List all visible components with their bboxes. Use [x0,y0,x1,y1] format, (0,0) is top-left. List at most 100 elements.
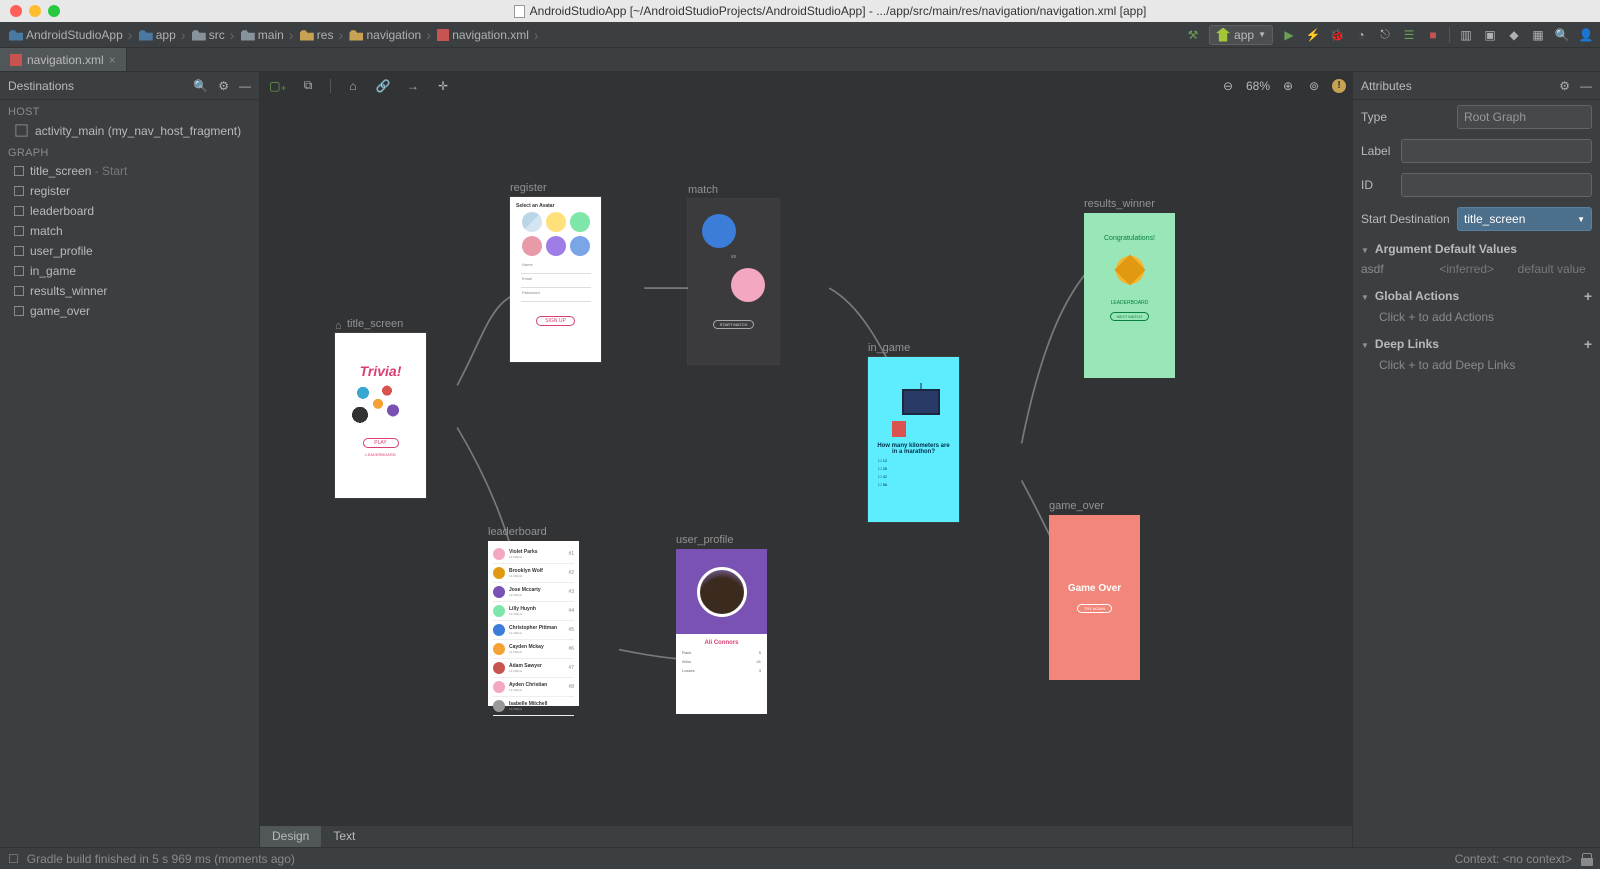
apply-changes-icon[interactable]: ⚡ [1305,27,1321,43]
breadcrumb: AndroidStudioApp app src main res naviga… [6,26,1185,44]
graph-item-title_screen[interactable]: title_screen - Start [0,161,259,181]
new-destination-icon[interactable]: ▢₊ [270,78,286,94]
destination-icon [14,186,24,196]
zoom-in-icon[interactable]: ⊕ [1280,78,1296,94]
graph-item-register[interactable]: register [0,181,259,201]
breadcrumb-item[interactable]: src [189,26,228,44]
minimize-icon[interactable]: — [239,79,251,93]
nested-graph-icon[interactable]: ⧉ [300,78,316,94]
search-icon[interactable]: 🔍 [193,79,208,93]
sdk-manager-icon[interactable]: ▣ [1482,27,1498,43]
group-global-actions[interactable]: Global Actions+ [1353,282,1600,310]
breadcrumb-item[interactable]: main [238,26,287,44]
lock-icon[interactable] [1582,853,1592,865]
build-hammer-icon[interactable]: ⚒ [1185,27,1201,43]
graph-item-game_over[interactable]: game_over [0,301,259,321]
auto-arrange-icon[interactable]: ✛ [435,78,451,94]
breadcrumb-item[interactable]: res [297,26,337,44]
group-argument-defaults[interactable]: Argument Default Values [1353,236,1600,262]
argument-default-row[interactable]: asdf <inferred> default value [1353,262,1600,282]
run-button[interactable]: ▶ [1281,27,1297,43]
user-avatar-icon[interactable]: 👤 [1578,27,1594,43]
start-destination-select[interactable]: title_screen▼ [1457,207,1592,231]
destinations-panel: Destinations 🔍 ⚙ — HOST activity_main (m… [0,72,260,847]
stop-icon[interactable]: ■ [1425,27,1441,43]
zoom-out-icon[interactable]: ⊖ [1220,78,1236,94]
link-icon[interactable]: 🔗 [375,78,391,94]
destination-in-game[interactable]: in_game How many kilometers are in a mar… [868,342,959,522]
destination-register[interactable]: register Select an Avatar Name Email Pas… [510,182,601,362]
deep-links-hint: Click + to add Deep Links [1353,358,1600,378]
layout-inspector-icon[interactable]: ▦ [1530,27,1546,43]
folder-icon [192,29,206,41]
media-icons [351,384,411,428]
graph-item-results_winner[interactable]: results_winner [0,281,259,301]
tab-text[interactable]: Text [321,826,367,847]
attach-debugger-icon[interactable]: ⎋ [1377,27,1393,43]
type-field: Root Graph [1457,105,1592,129]
graph-item-in_game[interactable]: in_game [0,261,259,281]
graph-item-leaderboard[interactable]: leaderboard [0,201,259,221]
window-titlebar: AndroidStudioApp [~/AndroidStudioProject… [0,0,1600,22]
destination-leaderboard[interactable]: leaderboard Violet Parks13,000pts#1Brook… [488,526,579,706]
destination-icon [14,306,24,316]
folder-icon [241,29,255,41]
attr-label-type: Type [1361,110,1457,124]
destination-match[interactable]: match vs START MATCH [688,184,779,364]
maximize-window-button[interactable] [48,5,60,17]
run-config-selector[interactable]: app▼ [1209,25,1273,45]
minimize-window-button[interactable] [29,5,41,17]
gear-icon[interactable]: ⚙ [1559,79,1570,93]
coverage-icon[interactable]: ☰ [1401,27,1417,43]
home-icon[interactable]: ⌂ [345,78,361,94]
graph-section-label: GRAPH [0,141,259,161]
add-deeplink-icon[interactable]: + [1584,336,1592,352]
profiler-icon[interactable]: ◔ [1353,27,1369,43]
editor-tab[interactable]: navigation.xml × [0,48,127,71]
avd-manager-icon[interactable]: ▥ [1458,27,1474,43]
host-item[interactable]: activity_main (my_nav_host_fragment) [0,120,259,141]
breadcrumb-item[interactable]: navigation.xml [434,26,532,44]
event-log-icon[interactable]: ☐ [8,852,19,866]
status-context[interactable]: Context: <no context> [1455,852,1572,866]
android-icon [1216,28,1230,42]
window-title: AndroidStudioApp [~/AndroidStudioProject… [530,4,1147,18]
close-window-button[interactable] [10,5,22,17]
add-action-icon[interactable]: + [1584,288,1592,304]
debug-icon[interactable]: 🐞 [1329,27,1345,43]
status-bar: ☐ Gradle build finished in 5 s 969 ms (m… [0,847,1600,869]
destination-icon [14,246,24,256]
breadcrumb-item[interactable]: app [136,26,179,44]
label-input[interactable] [1401,139,1592,163]
id-input[interactable] [1401,173,1592,197]
destination-icon [14,206,24,216]
res-folder-icon [349,29,363,41]
close-tab-icon[interactable]: × [109,53,116,67]
arrow-right-icon[interactable]: → [405,78,421,94]
zoom-label[interactable]: 68% [1246,79,1270,93]
destination-title-screen[interactable]: title_screen Trivia! PLAY LEADERBOARD [335,318,426,498]
avatar-icon [697,567,747,617]
tab-design[interactable]: Design [260,826,321,847]
graph-item-match[interactable]: match [0,221,259,241]
graph-item-user_profile[interactable]: user_profile [0,241,259,261]
breadcrumb-item[interactable]: navigation [346,26,424,44]
warning-icon[interactable]: ! [1332,79,1346,93]
attr-label-label: Label [1361,144,1401,158]
destination-icon [14,166,24,176]
destination-user-profile[interactable]: user_profile Ali Connors Rank5 Wins41 Lo… [676,534,767,714]
minimize-icon[interactable]: — [1580,79,1592,93]
zoom-fit-icon[interactable]: ⊚ [1306,78,1322,94]
xml-file-icon [10,54,22,66]
destination-results-winner[interactable]: results_winner Congratulations! LEADERBO… [1084,198,1175,378]
gear-icon[interactable]: ⚙ [218,79,229,93]
panel-title: Attributes [1361,79,1412,93]
search-icon[interactable]: 🔍 [1554,27,1570,43]
main-toolbar: AndroidStudioApp app src main res naviga… [0,22,1600,48]
attr-label-id: ID [1361,178,1401,192]
destination-game-over[interactable]: game_over Game Over TRY AGAIN [1049,500,1140,680]
sync-gradle-icon[interactable]: ◆ [1506,27,1522,43]
nav-graph-canvas[interactable]: title_screen Trivia! PLAY LEADERBOARD re… [260,100,1352,825]
breadcrumb-item[interactable]: AndroidStudioApp [6,26,126,44]
group-deep-links[interactable]: Deep Links+ [1353,330,1600,358]
